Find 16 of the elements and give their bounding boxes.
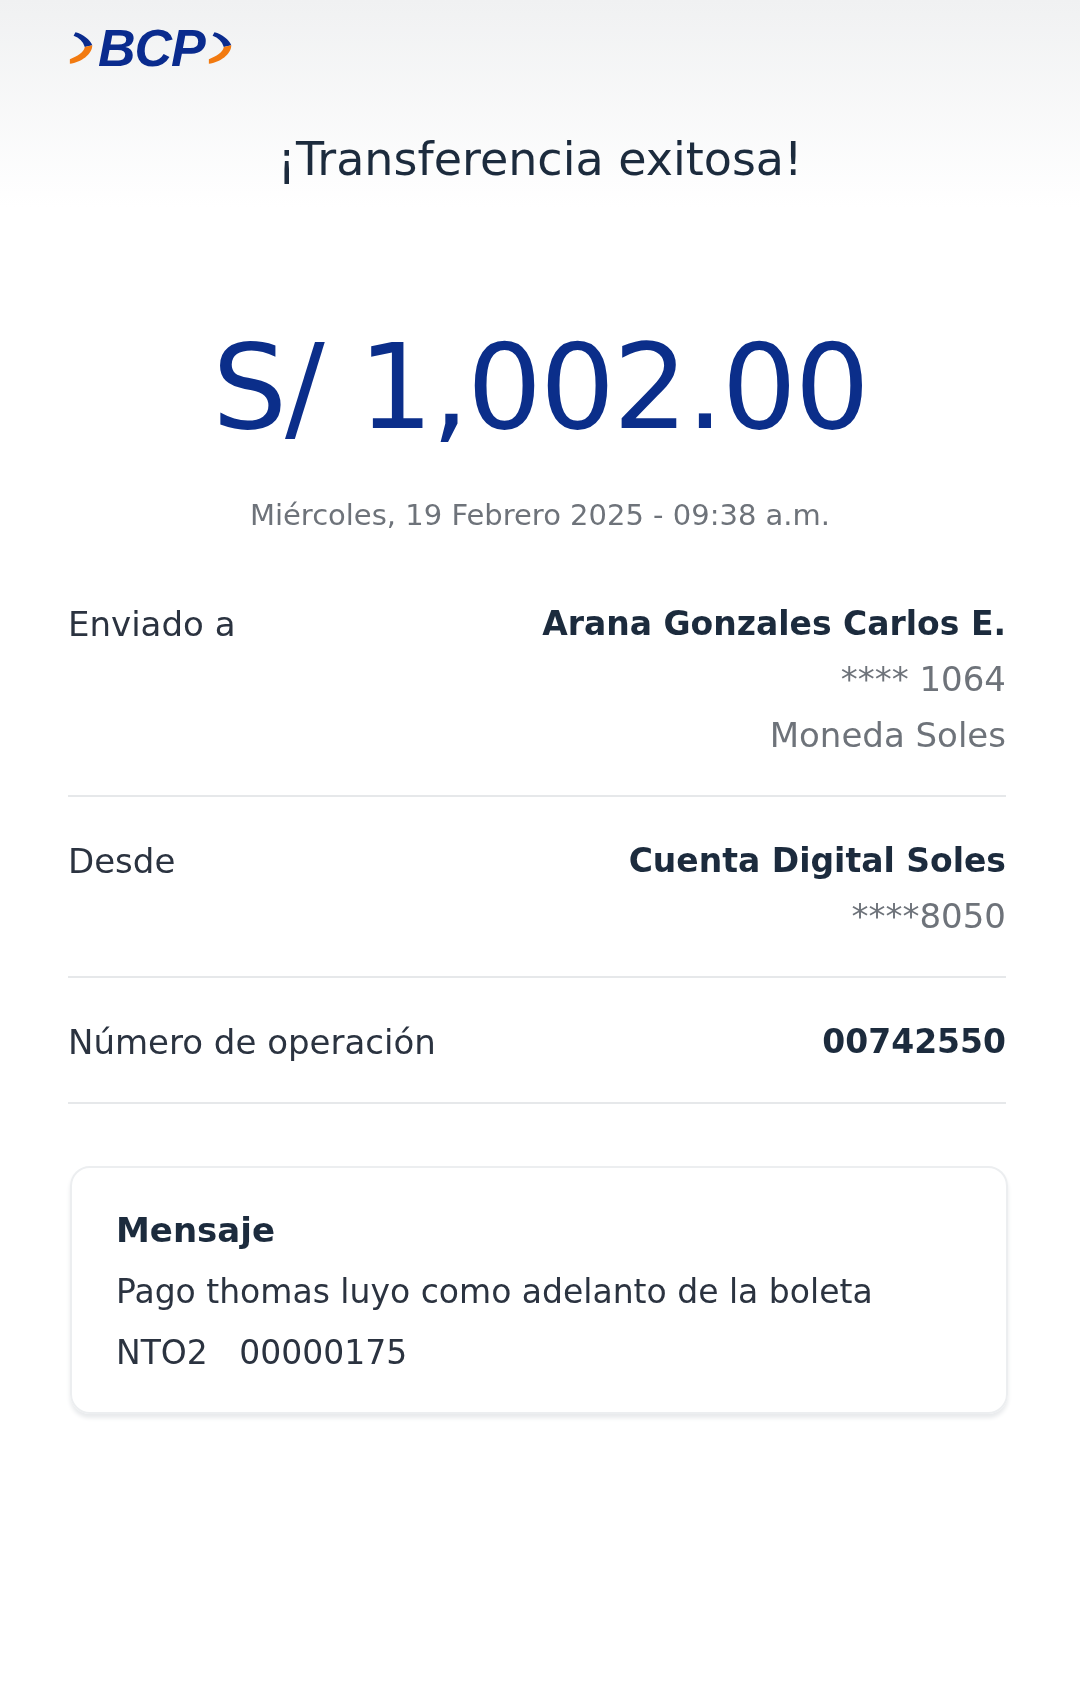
date-time-text: Miércoles, 19 Febrero 2025 - 09:38 a.m. [248, 498, 832, 532]
detail-value: Cuenta Digital Soles [628, 841, 1006, 880]
detail-label: Número de operación [68, 1022, 436, 1062]
page-title: ¡Transferencia exitosa! [276, 136, 804, 182]
detail-value: 00742550 [822, 1022, 1006, 1061]
message-text: NTO2 00000175 [116, 1333, 409, 1372]
detail-label: Enviado a [68, 604, 236, 646]
logo-text: BCP [98, 22, 205, 74]
detail-value: **** 1064 [840, 659, 1006, 699]
detail-value: Arana Gonzales Carlos E. [542, 604, 1006, 643]
message-text: Pago thomas luyo como adelanto de la boleta [116, 1272, 874, 1311]
detail-value: ****8050 [851, 896, 1006, 936]
detail-label: Desde [68, 841, 176, 883]
amount-text: S/ 1,002.00 [211, 328, 869, 446]
message-title: Mensaje [116, 1210, 276, 1250]
detail-value: Moneda Soles [769, 715, 1006, 755]
